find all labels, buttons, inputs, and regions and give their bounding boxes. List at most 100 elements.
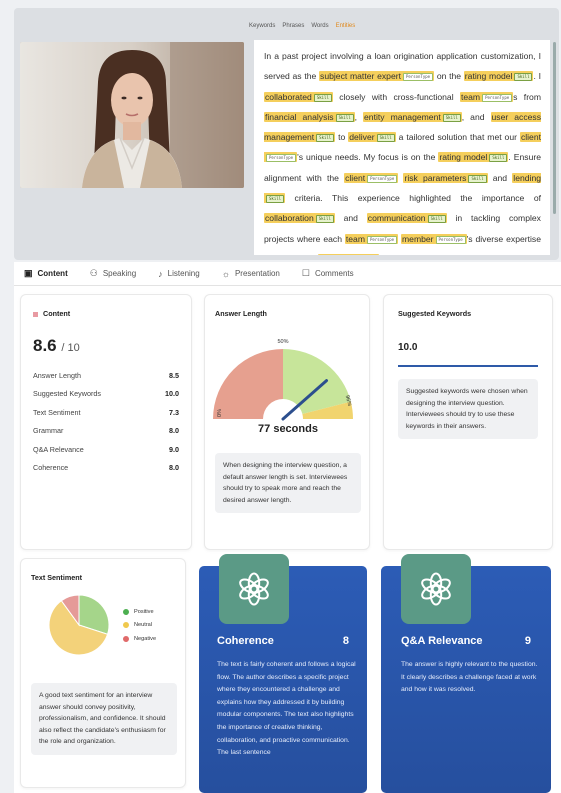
comments-icon: ☐ <box>301 268 310 278</box>
entity-type-tag: Skill <box>427 215 446 224</box>
entity-type-tag: Skill <box>335 113 354 122</box>
coherence-text: The text is fairly coherent and follows … <box>217 661 356 757</box>
openai-logo-icon <box>219 554 289 624</box>
qa-relevance-score: 9 <box>524 635 531 647</box>
entity-highlight[interactable]: entity management Skill <box>363 111 462 122</box>
analysis-tab-bar: ▣ Content ⚇ Speaking ♪ Listening ☼ Prese… <box>14 262 561 286</box>
metric-row: Suggested Keywords 10.0 <box>33 385 179 404</box>
metric-label: Coherence <box>33 463 69 473</box>
metric-label: Q&A Relevance <box>33 444 84 454</box>
entity-type-tag: PersonType <box>266 154 297 163</box>
entity-type-tag: Skill <box>266 195 285 204</box>
tab-comments-label: Comments <box>314 269 354 278</box>
tab-presentation-label: Presentation <box>234 269 280 278</box>
tab-listening[interactable]: ♪ Listening <box>158 269 200 279</box>
entity-highlight[interactable]: communication Skill <box>366 213 447 224</box>
text-sentiment-card: Text Sentiment Positive Neutral Negative A… <box>20 558 186 788</box>
entity-type-tag: Skill <box>442 113 461 122</box>
suggested-keywords-info: Suggested keywords were chosen when desi… <box>398 379 538 439</box>
legend-dot <box>123 608 129 615</box>
gauge-label-top: 50% <box>277 339 288 345</box>
transcript-tab-words[interactable]: Words <box>311 23 328 29</box>
qa-relevance-card: Q&A Relevance 9 The answer is highly rel… <box>381 554 551 793</box>
legend-item: Neutral <box>123 619 156 633</box>
legend-item: Positive <box>123 605 156 619</box>
entity-highlight[interactable]: rating model Skill <box>438 152 509 163</box>
suggested-keywords-card: Suggested Keywords 10.0 Suggested keywor… <box>383 294 553 550</box>
entity-type-tag: PersonType <box>367 174 398 183</box>
entity-type-tag: PersonType <box>482 93 513 102</box>
content-analysis-area: Content 8.6 / 10 Answer Length 8.5 Suggest… <box>14 286 561 793</box>
answer-length-info: When designing the interview question, a… <box>215 453 361 513</box>
metric-row: Grammar 8.0 <box>33 422 179 441</box>
content-marker-icon <box>33 311 38 317</box>
entity-highlight[interactable]: subject matter expert PersonType <box>319 71 435 82</box>
gauge-segment-short <box>213 349 283 419</box>
entity-highlight[interactable]: collaboration Skill <box>264 213 335 224</box>
video-player[interactable] <box>20 42 244 188</box>
content-icon: ▣ <box>24 268 33 278</box>
transcript-scrollbar[interactable] <box>553 42 556 214</box>
metric-value: 7.3 <box>169 407 179 417</box>
sentiment-pie-chart <box>48 594 110 656</box>
tab-listening-label: Listening <box>167 269 200 278</box>
suggested-keywords-bar <box>398 365 538 367</box>
transcript-tab-phrases[interactable]: Phrases <box>282 23 304 29</box>
entity-highlight[interactable]: clientPersonType <box>344 172 399 183</box>
coherence-card: Coherence 8 The text is fairly coherent … <box>199 554 367 793</box>
metric-row: Answer Length 8.5 <box>33 366 179 385</box>
metric-label: Answer Length <box>33 370 81 380</box>
entity-type-tag: PersonType <box>435 235 466 244</box>
entity-highlight[interactable]: team PersonType <box>344 233 399 244</box>
legend-label: Negative <box>134 635 157 642</box>
answer-length-title: Answer Length <box>215 309 267 318</box>
tab-content[interactable]: ▣ Content <box>24 268 68 279</box>
answer-length-value: 77 seconds <box>258 423 318 435</box>
entity-highlight[interactable]: financial analysis Skill <box>264 111 355 122</box>
legend-dot <box>123 622 129 629</box>
transcript-panel: Keywords Phrases Words Entities In a pas… <box>14 8 559 260</box>
tab-presentation[interactable]: ☼ Presentation <box>222 269 280 279</box>
sentiment-legend: Positive Neutral Negative <box>123 605 156 646</box>
content-metrics-list: Answer Length 8.5 Suggested Keywords 10.0 Te… <box>33 366 179 477</box>
text-sentiment-title: Text Sentiment <box>31 573 82 582</box>
entity-type-tag: PersonType <box>367 235 398 244</box>
content-overall-score: 8.6 / 10 <box>33 336 80 355</box>
coherence-score: 8 <box>342 635 349 647</box>
entity-type-tag: Skill <box>376 134 395 143</box>
entity-highlight[interactable]: team PersonType <box>459 91 514 102</box>
metric-row: Coherence 8.0 <box>33 459 179 478</box>
entity-highlight[interactable]: rating model Skill <box>463 71 534 82</box>
entity-highlight[interactable]: deliver Skill <box>348 132 396 143</box>
text-sentiment-info: A good text sentiment for an interview a… <box>31 683 177 755</box>
answer-length-card: Answer Length 50% 0% 96% 77 seconds When… <box>204 294 370 550</box>
entity-highlight[interactable]: member PersonType <box>401 233 467 244</box>
tab-comments[interactable]: ☐ Comments <box>302 268 354 279</box>
metric-label: Suggested Keywords <box>33 389 101 399</box>
metric-row: Text Sentiment 7.3 <box>33 403 179 422</box>
content-card-title: Content <box>33 309 179 318</box>
suggested-keywords-value: 10.0 <box>398 342 418 353</box>
metric-label: Grammar <box>33 426 64 436</box>
entity-highlight[interactable]: collaborated Skill <box>264 91 333 102</box>
qa-relevance-title: Q&A Relevance <box>401 635 483 647</box>
entity-highlight[interactable]: innovationSkill <box>317 253 380 255</box>
entity-type-tag: Skill <box>489 154 508 163</box>
transcript-tab-bar: Keywords Phrases Words Entities <box>249 23 355 29</box>
transcript-tab-keywords[interactable]: Keywords <box>249 23 275 29</box>
metric-value: 8.0 <box>169 426 179 436</box>
entity-highlight[interactable]: risk parameters Skill <box>403 172 488 183</box>
metric-label: Text Sentiment <box>33 407 81 417</box>
content-score-card: Content 8.6 / 10 Answer Length 8.5 Suggest… <box>20 294 192 550</box>
entity-type-tag: PersonType <box>402 73 434 82</box>
tab-speaking[interactable]: ⚇ Speaking <box>90 268 136 279</box>
transcript-tab-entities[interactable]: Entities <box>336 23 356 29</box>
qa-relevance-text: The answer is highly relevant to the que… <box>401 661 538 694</box>
metric-row: Q&A Relevance 9.0 <box>33 440 179 459</box>
tab-speaking-label: Speaking <box>102 269 137 278</box>
suggested-keywords-title: Suggested Keywords <box>398 309 472 318</box>
speaking-icon: ⚇ <box>89 268 98 278</box>
openai-logo-icon <box>401 554 471 624</box>
coherence-title: Coherence <box>217 635 274 647</box>
entity-type-tag: Skill <box>316 134 335 143</box>
